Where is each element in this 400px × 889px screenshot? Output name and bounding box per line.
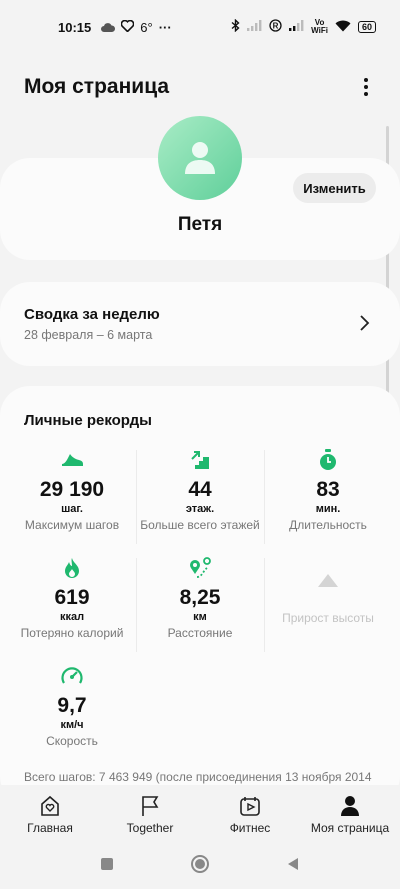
flag-icon <box>140 795 160 817</box>
page-header: Моя страница <box>0 70 400 104</box>
recents-button[interactable] <box>100 857 114 876</box>
mountain-icon <box>264 568 392 592</box>
record-max-steps[interactable]: 29 190 шаг. Максимум шагов <box>8 448 136 556</box>
weekly-summary-dates: 28 февраля – 6 марта <box>24 328 153 342</box>
record-label: Скорость <box>46 734 98 748</box>
shoe-icon <box>8 448 136 472</box>
home-button[interactable] <box>190 854 210 879</box>
nav-label: Фитнес <box>229 821 271 835</box>
record-speed[interactable]: 9,7 км/ч Скорость <box>8 664 136 772</box>
record-label: Потеряно калорий <box>20 626 124 640</box>
page-title: Моя страница <box>24 75 170 98</box>
record-duration[interactable]: 83 мин. Длительность <box>264 448 392 556</box>
record-distance[interactable]: 8,25 км Расстояние <box>136 556 264 664</box>
status-time: 10:15 <box>58 19 92 35</box>
record-label: Длительность <box>289 518 367 532</box>
svg-text:R: R <box>273 21 279 30</box>
status-bar: 10:15 6° ··· R Vo WiFi 60 <box>0 0 400 54</box>
fitness-icon <box>239 795 261 817</box>
more-options-icon[interactable] <box>356 75 376 99</box>
record-value: 619 <box>54 586 90 609</box>
profile-name: Петя <box>177 214 223 235</box>
bottom-navigation: Главная Together Фитнес Моя страница <box>0 785 400 841</box>
nav-label: Моя страница <box>310 821 390 835</box>
wifi-icon <box>335 20 351 35</box>
stairs-icon <box>136 448 264 472</box>
flame-icon <box>8 556 136 580</box>
cloud-icon <box>101 20 116 35</box>
total-steps-text: Всего шагов: 7 463 949 (после присоедине… <box>24 770 372 784</box>
roaming-icon: R <box>269 19 282 35</box>
record-label: Прирост высоты <box>282 611 374 625</box>
record-value: 29 190 <box>39 478 105 501</box>
bluetooth-icon <box>231 18 240 35</box>
record-calories[interactable]: 619 ккал Потеряно калорий <box>8 556 136 664</box>
person-icon <box>340 795 360 817</box>
person-silhouette-icon <box>185 142 215 174</box>
record-value: 44 <box>188 478 212 501</box>
avatar[interactable] <box>158 116 242 200</box>
record-unit: км/ч <box>60 719 84 731</box>
record-elevation: Прирост высоты <box>264 556 392 664</box>
record-unit: ккал <box>59 611 85 623</box>
record-label: Расстояние <box>167 626 233 640</box>
route-icon <box>136 556 264 580</box>
weekly-summary-card[interactable] <box>0 282 400 366</box>
stopwatch-icon <box>264 448 392 472</box>
chevron-right-icon[interactable] <box>356 314 372 332</box>
status-temperature: 6° <box>140 19 153 35</box>
record-unit: мин. <box>315 503 341 515</box>
signal-icon-2 <box>289 20 304 34</box>
record-label: Больше всего этажей <box>140 518 260 532</box>
nav-label: Главная <box>27 821 73 835</box>
record-unit: км <box>193 611 207 623</box>
status-more: ··· <box>158 19 172 35</box>
health-heart-icon <box>120 19 135 35</box>
signal-icon <box>247 20 262 34</box>
personal-records-title: Личные рекорды <box>24 412 152 429</box>
nav-fitness[interactable]: Фитнес <box>200 785 300 841</box>
record-value: 83 <box>316 478 340 501</box>
nav-label: Together <box>126 821 174 835</box>
record-value: 9,7 <box>57 694 87 717</box>
system-navigation-bar <box>0 843 400 889</box>
record-label: Максимум шагов <box>24 518 120 532</box>
nav-my-page[interactable]: Моя страница <box>300 785 400 841</box>
nav-together[interactable]: Together <box>100 785 200 841</box>
edit-profile-button[interactable]: Изменить <box>293 173 376 203</box>
record-value: 8,25 <box>179 586 221 609</box>
vowifi-indicator: Vo WiFi <box>311 18 328 35</box>
battery-indicator: 60 <box>357 21 376 33</box>
heart-home-icon <box>39 795 61 817</box>
nav-home[interactable]: Главная <box>0 785 100 841</box>
record-unit: шаг. <box>61 503 83 515</box>
record-max-floors[interactable]: 44 этаж. Больше всего этажей <box>136 448 264 556</box>
back-button[interactable] <box>286 857 300 876</box>
speedometer-icon <box>8 664 136 688</box>
weekly-summary-title: Сводка за неделю <box>24 306 160 323</box>
record-unit: этаж. <box>185 503 215 515</box>
